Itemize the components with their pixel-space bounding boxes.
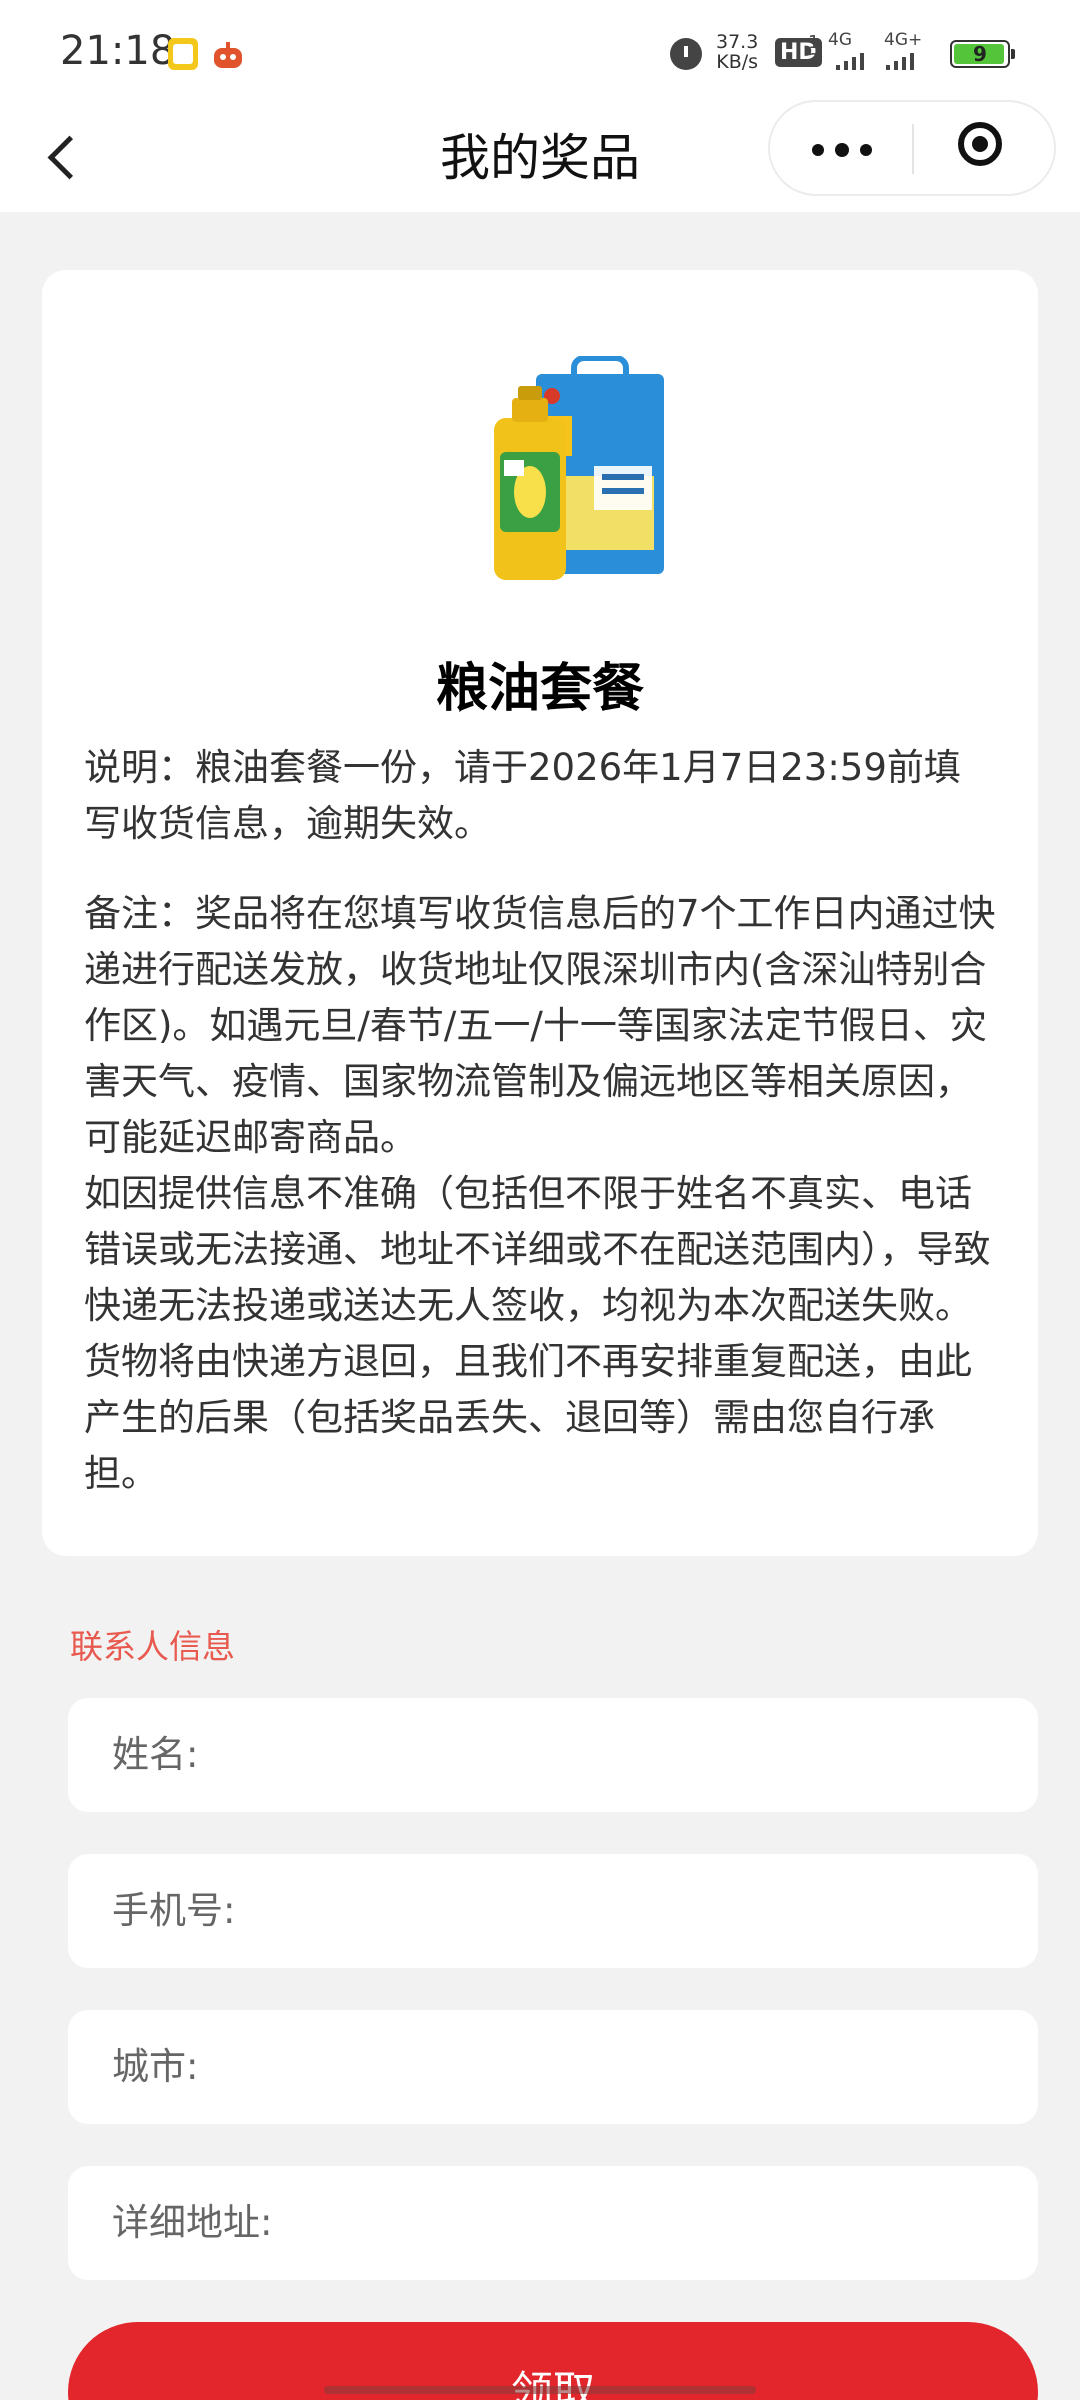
name-input[interactable]	[278, 1718, 998, 1792]
hd-sim-indicator: 1 2	[808, 34, 819, 70]
rice-and-oil-package-image	[494, 356, 664, 580]
navigation-bar: 我的奖品	[0, 100, 1080, 212]
signal-label-2: 4G+	[884, 30, 923, 50]
city-field-label: 城市:	[112, 2045, 199, 2088]
battery-level: 9	[973, 42, 987, 66]
signal-bars-icon	[836, 52, 876, 70]
home-indicator[interactable]	[324, 2386, 756, 2394]
status-time: 21:18	[60, 28, 176, 74]
more-dots-icon[interactable]	[770, 102, 912, 194]
hd-sim-2: 2	[808, 50, 820, 71]
status-bar: 21:18 37.3 KB/s HD 1 2 4G 4G+ 9	[0, 0, 1080, 100]
signal-bars-icon-2	[886, 52, 926, 70]
phone-field-label: 手机号:	[112, 1889, 236, 1932]
target-close-icon[interactable]	[914, 102, 1056, 194]
mini-program-capsule	[768, 100, 1056, 196]
prize-remarks: 备注：奖品将在您填写收货信息后的7个工作日内通过快递进行配送发放，收货地址仅限深…	[84, 886, 996, 1502]
notification-app-icon	[168, 38, 198, 70]
network-speed-value: 37.3	[716, 31, 759, 53]
prize-description: 说明：粮油套餐一份，请于2026年1月7日23:59前填写收货信息，逾期失效。	[84, 746, 961, 845]
prize-remark-1: 备注：奖品将在您填写收货信息后的7个工作日内通过快递进行配送发放，收货地址仅限深…	[84, 892, 996, 1159]
city-input[interactable]	[278, 2030, 998, 2104]
contact-section-title: 联系人信息	[70, 1627, 235, 1666]
prize-name: 粮油套餐	[435, 659, 644, 719]
network-speed: 37.3 KB/s	[716, 32, 758, 72]
prize-remark-2: 如因提供信息不准确（包括但不限于姓名不真实、电话错误或无法接通、地址不详细或不在…	[84, 1172, 991, 1495]
notification-app-icon-2	[214, 42, 242, 68]
network-speed-unit: KB/s	[716, 51, 759, 73]
phone-input[interactable]	[278, 1874, 998, 1948]
address-field-label: 详细地址:	[112, 2201, 273, 2244]
address-input[interactable]	[328, 2186, 998, 2260]
alarm-icon	[670, 38, 702, 70]
phone-field[interactable]: 手机号:	[68, 1854, 1038, 1968]
name-field[interactable]: 姓名:	[68, 1698, 1038, 1812]
city-field[interactable]: 城市:	[68, 2010, 1038, 2124]
name-field-label: 姓名:	[112, 1733, 199, 1776]
prize-card: 粮油套餐 说明：粮油套餐一份，请于2026年1月7日23:59前填写收货信息，逾…	[42, 270, 1038, 1556]
battery-icon: 9	[950, 40, 1015, 68]
address-field[interactable]: 详细地址:	[68, 2166, 1038, 2280]
signal-label-1: 4G	[828, 30, 852, 50]
prize-claim-page: 21:18 37.3 KB/s HD 1 2 4G 4G+ 9 我的奖品 粮油套…	[0, 0, 1080, 2400]
